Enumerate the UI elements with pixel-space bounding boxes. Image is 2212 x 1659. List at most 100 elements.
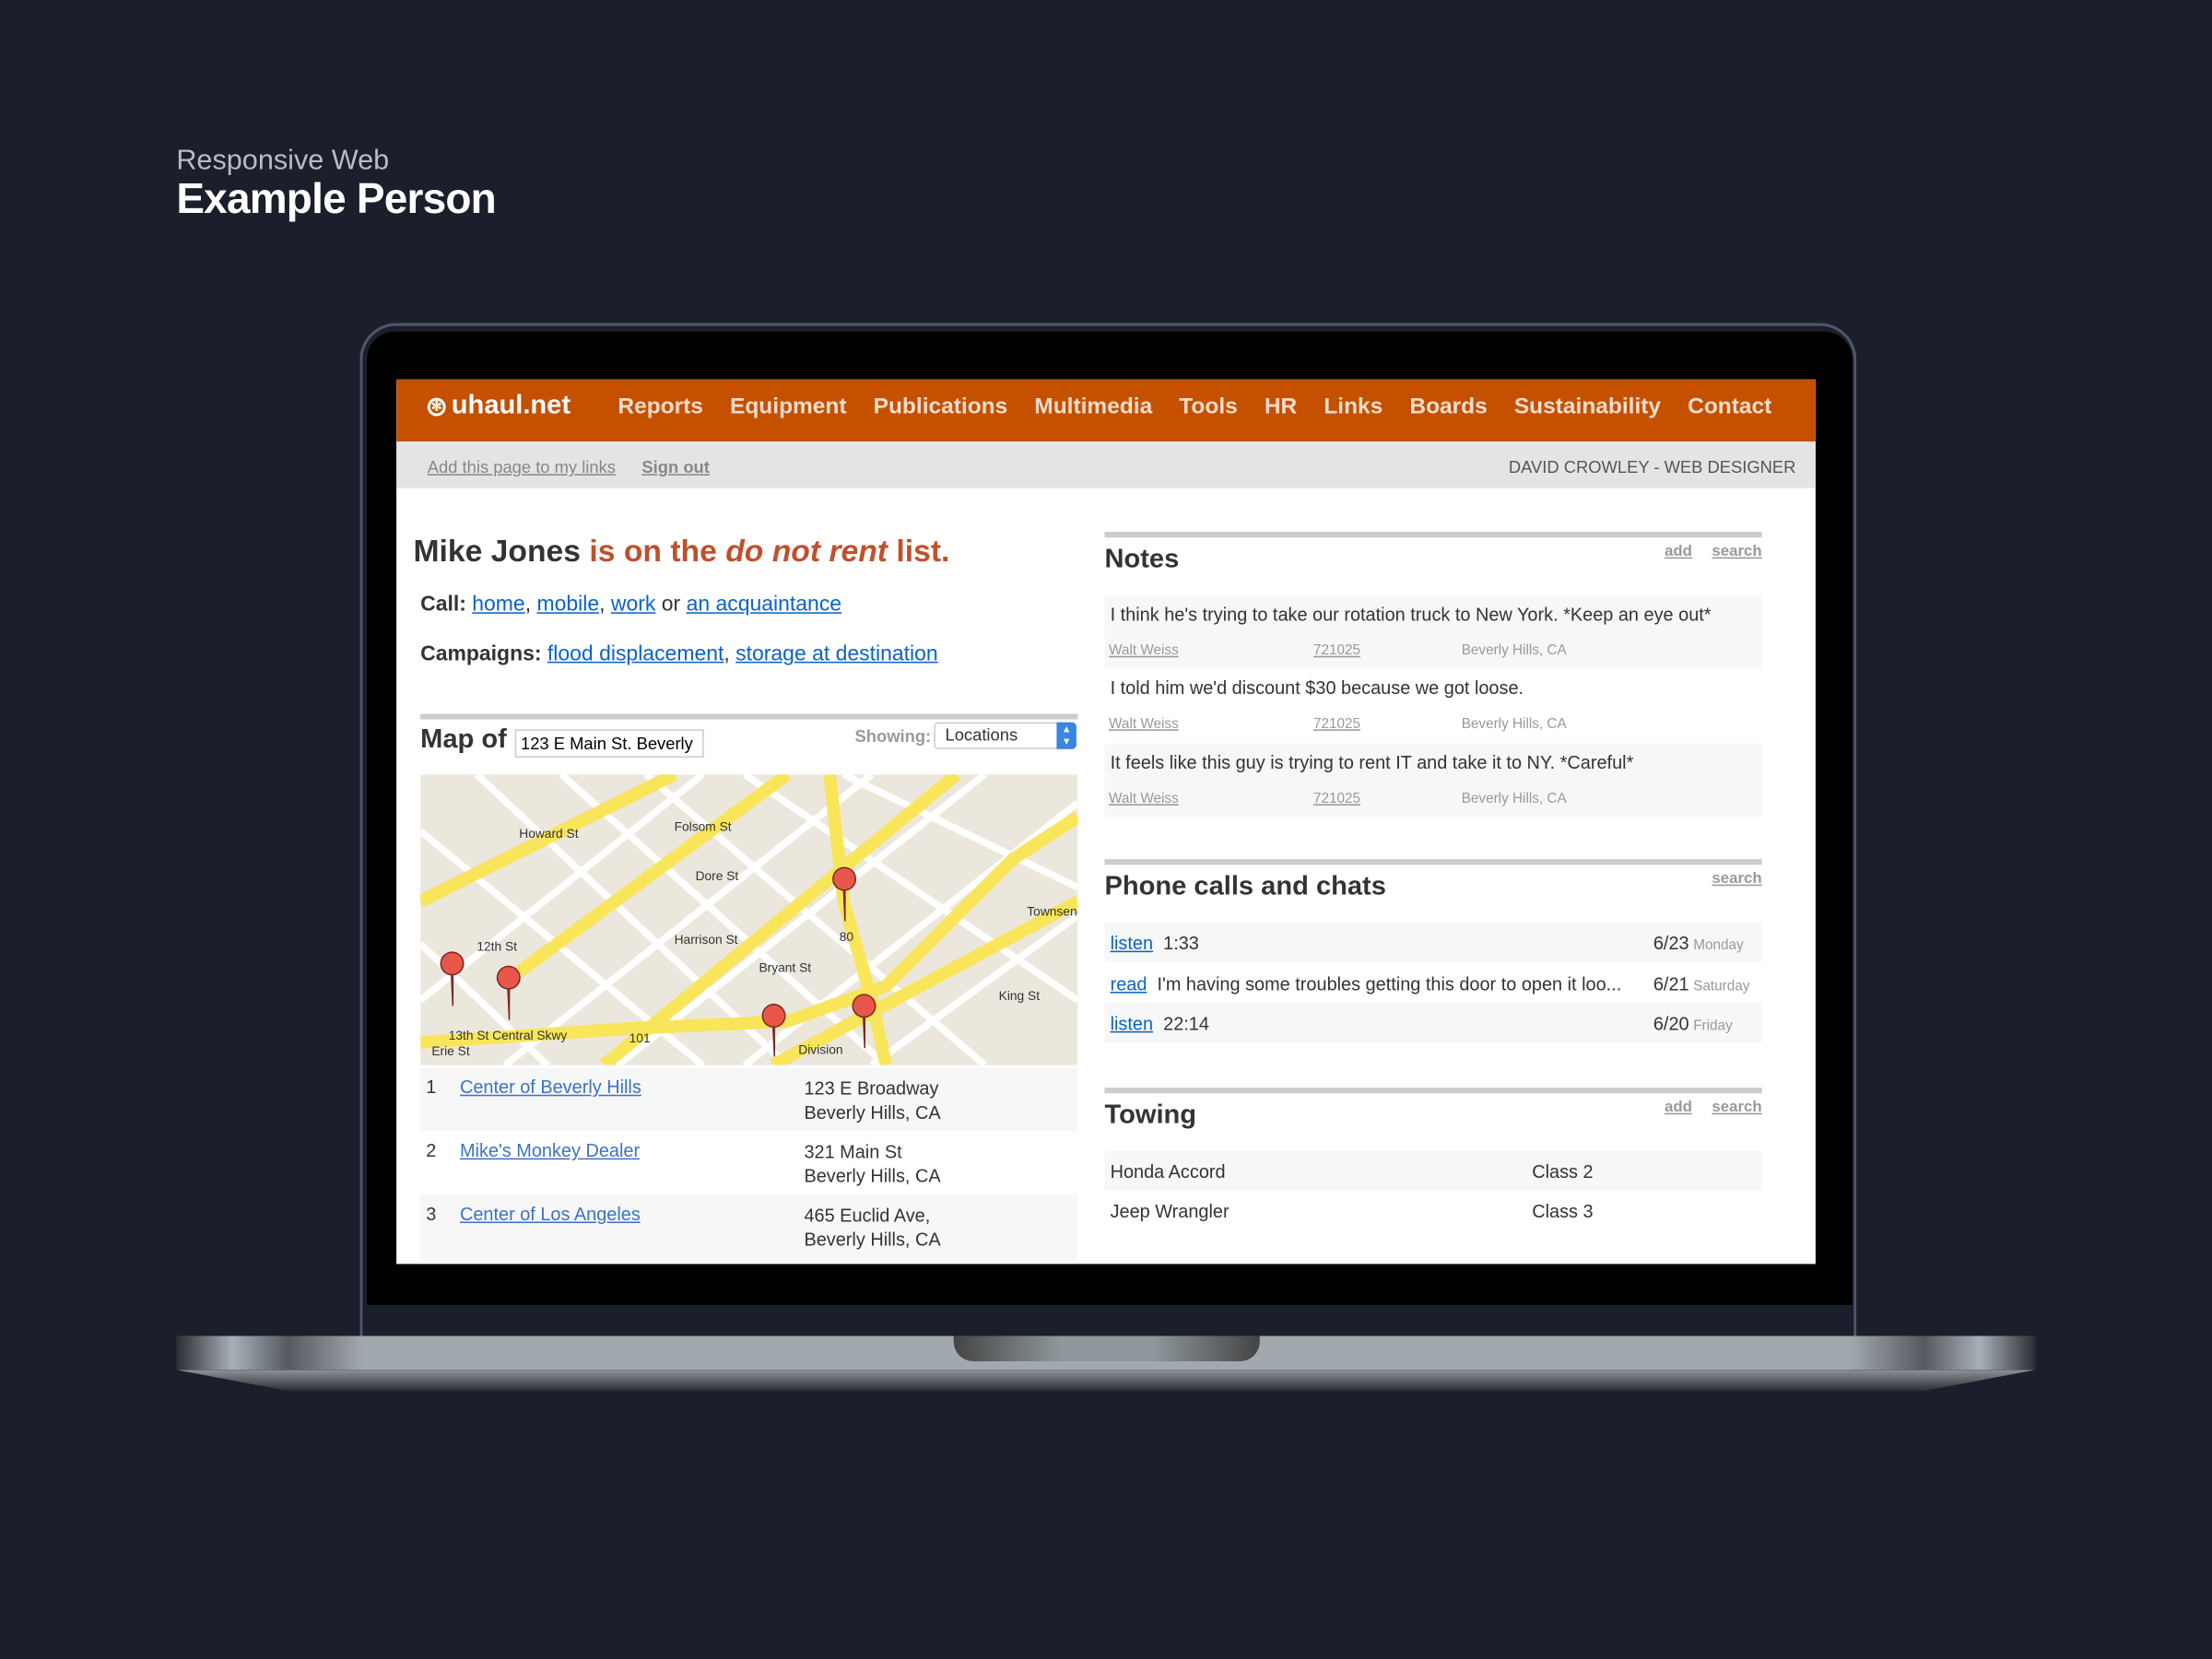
laptop-notch [953,1335,1260,1362]
call-date: 6/20 Friday [1653,1012,1733,1034]
towing-actions: add search [1645,1099,1762,1115]
add-to-links-link[interactable]: Add this page to my links [428,457,616,477]
calls-search-link[interactable]: search [1712,870,1761,887]
calls-title: Phone calls and chats [1104,871,1386,902]
presentation-stage: Responsive Web Example Person ✻ uhaul.net… [0,0,2212,1659]
note-text: I told him we'd discount $30 because we … [1110,677,1524,699]
note-item: I think he's trying to take our rotation… [1104,594,1762,669]
map-street-label: Bryant St [759,961,811,975]
section-divider [1104,532,1762,538]
row-number: 1 [426,1076,437,1098]
row-number: 3 [426,1203,437,1225]
note-author-link[interactable]: Walt Weiss [1109,643,1179,659]
map-view[interactable]: 13th St Central Skwy Erie St Division 10… [420,774,1078,1065]
nav-sustainability[interactable]: Sustainability [1514,395,1661,421]
notes-actions: add search [1645,543,1762,559]
row-number: 2 [426,1139,437,1161]
page-title: Mike Jones is on the do not rent list. [413,534,949,571]
call-item: listen 22:14 6/20 Friday [1104,1003,1762,1043]
call-line: Call: home, mobile, work or an acquainta… [420,592,842,617]
note-author-link[interactable]: Walt Weiss [1109,717,1179,733]
note-location: Beverly Hills, CA [1461,716,1567,733]
read-link[interactable]: read [1111,972,1147,994]
map-street-label: Division [798,1042,842,1056]
note-author-link[interactable]: Walt Weiss [1109,792,1179,807]
section-divider [1104,859,1762,865]
towing-title: Towing [1104,1100,1197,1131]
note-id-link[interactable]: 721025 [1313,717,1360,733]
select-chevron-icon: ▴ ▾ [1056,722,1077,749]
nav-contact[interactable]: Contact [1688,395,1771,421]
note-id-link[interactable]: 721025 [1313,643,1360,659]
location-link[interactable]: Center of Los Angeles [460,1204,641,1225]
presentation-title: Example Person [176,176,496,223]
campaigns-line: Campaigns: flood displacement, storage a… [420,641,938,666]
note-item: It feels like this guy is trying to rent… [1104,743,1762,818]
calls-section: Phone calls and chats search listen 1:33… [1104,859,1762,1056]
towing-add-link[interactable]: add [1665,1099,1692,1115]
nav-multimedia[interactable]: Multimedia [1034,395,1152,421]
notes-add-link[interactable]: add [1665,543,1692,559]
section-divider [420,713,1078,720]
map-street-label: Harrison St [675,933,738,947]
showing-label: Showing: [854,726,932,747]
call-mobile-link[interactable]: mobile [536,593,599,617]
location-link[interactable]: Mike's Monkey Dealer [460,1140,640,1161]
nav-tools[interactable]: Tools [1179,395,1237,421]
nav-items: Reports Equipment Publications Multimedi… [618,395,1771,421]
table-row: 2 Mike's Monkey Dealer 321 Main St Beverl… [420,1132,1077,1195]
note-location: Beverly Hills, CA [1461,642,1567,659]
location-address: 123 E Broadway Beverly Hills, CA [804,1077,941,1124]
map-street-label: Folsom St [675,820,732,834]
showing-select[interactable]: Locations ▴ ▾ [934,722,1077,749]
campaign-link[interactable]: storage at destination [735,641,938,665]
call-acquaintance-link[interactable]: an acquaintance [687,593,842,617]
web-page: ✻ uhaul.net Reports Equipment Publication… [396,379,1816,1265]
nav-publications[interactable]: Publications [874,395,1008,421]
nav-links[interactable]: Links [1324,395,1382,421]
sub-bar: Add this page to my links Sign out DAVID… [396,441,1816,488]
notes-section: Notes add search I think he's trying to t… [1104,532,1762,842]
listen-link[interactable]: listen [1111,1012,1153,1033]
towing-search-link[interactable]: search [1712,1099,1761,1115]
map-street-label: King St [999,989,1041,1003]
towing-section: Towing add search Honda Accord Class 2 Jee… [1104,1088,1762,1242]
note-text: I think he's trying to take our rotation… [1110,604,1712,626]
towing-item: Jeep Wrangler Class 3 [1110,1199,1594,1222]
logo-text: uhaul.net [451,390,571,421]
sign-out-link[interactable]: Sign out [641,457,709,477]
logo[interactable]: ✻ uhaul.net [427,390,571,422]
nav-boards[interactable]: Boards [1409,395,1487,421]
note-location: Beverly Hills, CA [1461,791,1567,807]
map-street-label: Erie St [431,1044,469,1058]
nav-hr[interactable]: HR [1265,395,1297,421]
calls-actions: search [1692,870,1761,887]
map-highway-label: 80 [840,930,854,944]
map-label: Map of [420,724,507,755]
table-row: 3 Center of Los Angeles 465 Euclid Ave, B… [420,1194,1078,1260]
location-link[interactable]: Center of Beverly Hills [460,1077,641,1098]
call-date: 6/21 Saturday [1653,973,1750,995]
person-name: Mike Jones [413,533,582,569]
map-street-label: 13th St Central Skwy [449,1029,568,1042]
nav-equipment[interactable]: Equipment [730,395,847,421]
map-street-label: Townsend [1027,904,1077,918]
listen-link[interactable]: listen [1111,932,1153,953]
map-highway-label: 101 [629,1031,651,1045]
campaign-link[interactable]: flood displacement [547,641,724,665]
note-id-link[interactable]: 721025 [1313,792,1360,807]
table-row: 1 Center of Beverly Hills 123 E Broadway… [420,1067,1078,1132]
location-address: 321 Main St Beverly Hills, CA [804,1141,941,1187]
notes-title: Notes [1104,544,1180,574]
notes-search-link[interactable]: search [1712,543,1761,559]
nav-reports[interactable]: Reports [618,395,703,421]
map-street-label: 12th St [477,940,517,954]
map-address-input[interactable] [514,729,704,758]
uhaul-wheel-icon: ✻ [427,396,446,416]
call-home-link[interactable]: home [472,593,524,617]
call-work-link[interactable]: work [611,593,655,617]
map-street-label: Dore St [696,869,739,883]
towing-item: Honda Accord Class 2 [1104,1150,1762,1191]
location-address: 465 Euclid Ave, Beverly Hills, CA [804,1205,941,1251]
note-item: I told him we'd discount $30 because we … [1104,669,1761,744]
